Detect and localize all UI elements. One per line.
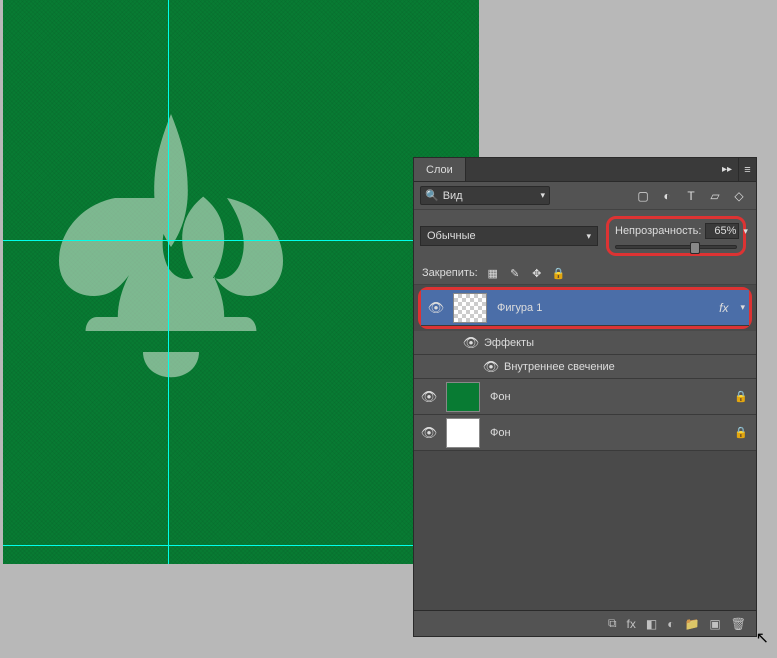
blend-mode-value: Обычные (427, 230, 476, 242)
delete-icon[interactable]: 🗑 (731, 617, 746, 631)
chevron-down-icon: ▾ (586, 231, 591, 242)
layer-name[interactable]: Фон (482, 427, 726, 439)
visibility-toggle[interactable]: 👁 (458, 335, 484, 351)
mask-icon[interactable]: ◧ (646, 617, 657, 631)
effect-name: Внутреннее свечение (504, 361, 615, 373)
link-layers-icon[interactable]: ⧉ (608, 616, 617, 631)
layer-row[interactable]: 👁 Фон 🔒 (414, 415, 756, 451)
guide-horizontal[interactable] (3, 240, 479, 241)
search-icon: 🔍 (425, 189, 439, 202)
lock-paint-icon[interactable]: ✎ (508, 266, 522, 280)
chevron-down-icon[interactable]: ▾ (743, 226, 748, 237)
lock-icon[interactable]: 🔒 (726, 426, 756, 439)
visibility-toggle[interactable]: 👁 (421, 300, 451, 316)
lock-icon[interactable]: 🔒 (726, 390, 756, 403)
lock-position-icon[interactable]: ✥ (530, 266, 544, 280)
mouse-cursor: ↖ (756, 628, 769, 648)
fx-badge[interactable]: fx (711, 301, 736, 315)
opacity-label: Непрозрачность: (615, 225, 701, 237)
effect-item[interactable]: 👁 Внутреннее свечение (414, 355, 756, 379)
filter-label: Вид (443, 190, 463, 202)
layer-thumbnail[interactable] (453, 293, 487, 323)
new-layer-icon[interactable]: ▣ (709, 617, 720, 631)
lock-all-icon[interactable]: 🔒 (552, 266, 566, 280)
fx-expand-icon[interactable]: ▾ (736, 302, 749, 313)
opacity-input[interactable] (705, 223, 739, 239)
filter-text-icon[interactable]: T (684, 189, 698, 203)
layer-row[interactable]: 👁 Фигура 1 fx ▾ (421, 290, 749, 326)
opacity-slider[interactable] (615, 245, 737, 249)
filter-shape-icon[interactable]: ▱ (708, 189, 722, 203)
adjustment-icon[interactable]: ◐ (667, 617, 674, 631)
layer-row[interactable]: 👁 Фон 🔒 (414, 379, 756, 415)
layer-thumbnail[interactable] (446, 418, 480, 448)
blend-mode-select[interactable]: Обычные ▾ (420, 226, 598, 246)
layer-name[interactable]: Фон (482, 391, 726, 403)
layer-filter-select[interactable]: 🔍 Вид ▾ (420, 186, 550, 205)
filter-adjust-icon[interactable]: ◐ (660, 189, 674, 203)
layer-thumbnail[interactable] (446, 382, 480, 412)
guide-vertical[interactable] (168, 0, 169, 564)
visibility-toggle[interactable]: 👁 (414, 425, 444, 441)
lock-transparency-icon[interactable]: ▦ (486, 266, 500, 280)
chevron-down-icon: ▾ (540, 190, 545, 201)
document-canvas[interactable] (3, 0, 479, 564)
group-icon[interactable]: 📁 (684, 617, 699, 631)
panel-menu-icon[interactable]: ≡ (738, 158, 756, 181)
lock-label: Закрепить: (422, 267, 478, 279)
opacity-control-highlight: Непрозрачность: ▾ (606, 216, 746, 256)
slider-thumb[interactable] (690, 242, 700, 254)
layers-panel: Слои ▸▸ ≡ 🔍 Вид ▾ ▢ ◐ T ▱ ◇ Обычные ▾ (413, 157, 757, 637)
visibility-toggle[interactable]: 👁 (478, 359, 504, 375)
filter-smart-icon[interactable]: ◇ (732, 189, 746, 203)
visibility-toggle[interactable]: 👁 (414, 389, 444, 405)
effects-label: Эффекты (484, 337, 534, 349)
panel-collapse-icon[interactable]: ▸▸ (716, 164, 738, 175)
layer-name[interactable]: Фигура 1 (489, 302, 711, 314)
selected-layer-highlight: 👁 Фигура 1 fx ▾ (418, 287, 752, 329)
fx-icon[interactable]: fx (627, 617, 636, 631)
filter-pixel-icon[interactable]: ▢ (636, 189, 650, 203)
tab-layers[interactable]: Слои (414, 158, 466, 181)
guide-horizontal[interactable] (3, 545, 479, 546)
effects-header[interactable]: 👁 Эффекты (414, 331, 756, 355)
